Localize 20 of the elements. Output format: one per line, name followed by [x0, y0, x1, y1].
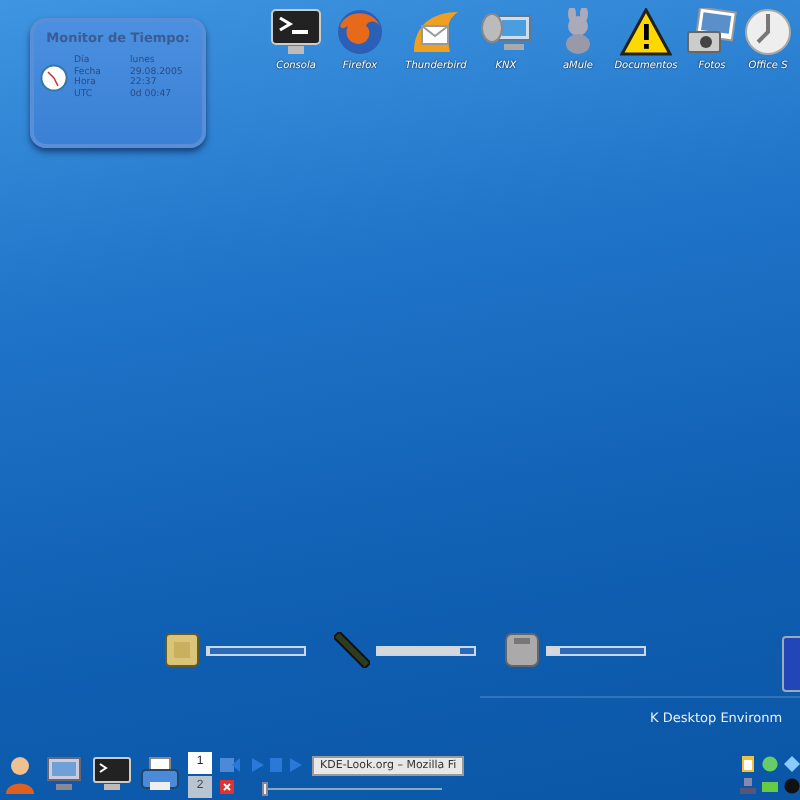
computer-icon[interactable] — [44, 754, 84, 794]
usage-bar — [376, 645, 476, 655]
person-icon[interactable] — [4, 754, 36, 794]
close-icon[interactable] — [220, 779, 234, 793]
diamond-icon[interactable] — [784, 756, 800, 772]
monitor-dish-icon — [480, 8, 532, 56]
globe-icon — [334, 8, 386, 56]
clipboard-icon[interactable] — [740, 756, 756, 772]
chip-icon — [164, 632, 200, 668]
camera-photo-icon — [686, 8, 738, 56]
terminal-icon — [270, 8, 322, 56]
usage-bar — [206, 645, 306, 655]
usage-bar — [546, 645, 646, 655]
ball-icon[interactable] — [784, 778, 800, 794]
printer-icon[interactable] — [140, 754, 180, 794]
bird-envelope-icon — [410, 8, 462, 56]
clock-icon — [40, 64, 68, 93]
warning-icon — [620, 8, 672, 56]
terminal-icon[interactable] — [92, 754, 132, 794]
hard-drive-icon — [504, 632, 540, 668]
